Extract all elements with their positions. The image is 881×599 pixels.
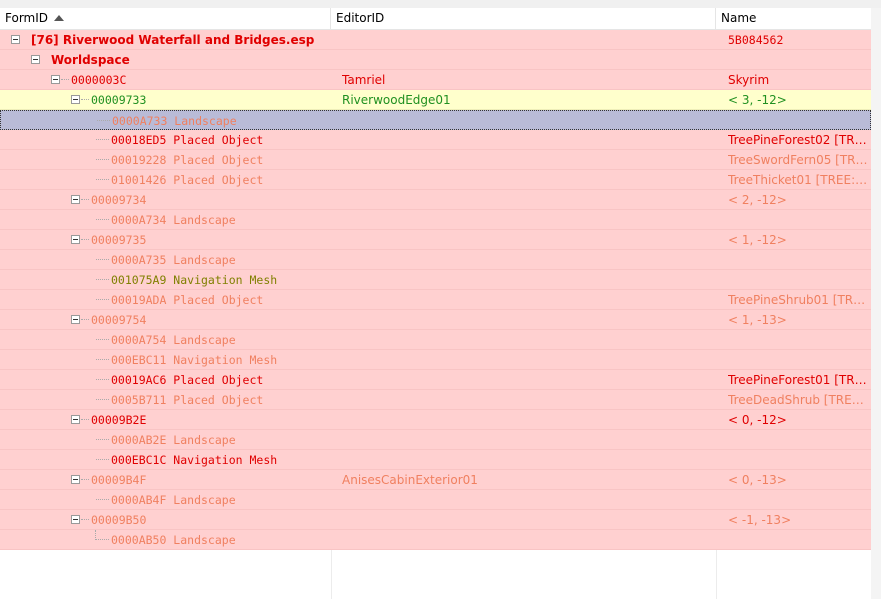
formid-cell: 0000AB2E Landscape [111, 433, 236, 447]
name-cell: TreeDeadShrub [TREE:000C0E59] [728, 393, 868, 407]
formid-cell: 0000A754 Landscape [111, 333, 236, 347]
tree-row-group[interactable]: Worldspace [0, 50, 871, 70]
name-cell: < 1, -13> [728, 313, 787, 327]
formid-cell: 00009754 [91, 313, 147, 327]
formid-cell: 0000AB4F Landscape [111, 493, 236, 507]
name-cell: < 2, -12> [728, 193, 787, 207]
name-cell: 5B084562 [728, 33, 784, 47]
column-header-formid[interactable]: FormID [0, 8, 331, 29]
formid-cell: 000EBC1C Navigation Mesh [111, 453, 278, 467]
editorid-cell [342, 30, 712, 49]
tree-row-cell[interactable]: 00009733 RiverwoodEdge01 < 3, -12> [0, 90, 871, 110]
tree-row-record[interactable]: 0000A734 Landscape [0, 210, 871, 230]
name-cell: TreeThicket01 [TREE:000C8C15] [728, 173, 868, 187]
formid-cell: 001075A9 Navigation Mesh [111, 273, 278, 287]
column-header-formid-label: FormID [5, 11, 49, 25]
formid-cell: 00009733 [91, 93, 147, 107]
name-cell: < 1, -12> [728, 233, 787, 247]
name-cell: < -1, -13> [728, 513, 792, 527]
formid-cell: 00009B50 [91, 513, 147, 527]
tree-row-record[interactable]: 01001426 Placed Object TreeThicket01 [TR… [0, 170, 871, 190]
editorid-cell: RiverwoodEdge01 [342, 93, 451, 107]
name-cell: < 3, -12> [728, 93, 787, 107]
name-cell: TreePineForest02 [TREE:000BB8E5] [728, 133, 868, 147]
name-cell: TreeSwordFern05 [TREE:000B8A72] [728, 153, 868, 167]
tree-row-record[interactable]: 00019ADA Placed Object TreePineShrub01 [… [0, 290, 871, 310]
formid-cell: 0005B711 Placed Object [111, 393, 264, 407]
column-header-name-label: Name [721, 11, 757, 25]
tree-row-record-selected[interactable]: 0000A733 Landscape [0, 110, 871, 130]
formid-cell: 000EBC11 Navigation Mesh [111, 353, 278, 367]
tree-row-cell[interactable]: 00009734 < 2, -12> [0, 190, 871, 210]
formid-cell: 00018ED5 Placed Object [111, 133, 264, 147]
column-header-editorid-label: EditorID [336, 11, 385, 25]
tree-row-record[interactable]: 0000A754 Landscape [0, 330, 871, 350]
column-header-bar: FormID EditorID Name [0, 8, 871, 30]
formid-cell: 00019228 Placed Object [111, 153, 264, 167]
tree-row-record[interactable]: 00019228 Placed Object TreeSwordFern05 [… [0, 150, 871, 170]
name-cell: TreePineShrub01 [TREE:000A0B7E] [728, 293, 868, 307]
name-cell: TreePineForest01 [TREE:000BB8E4] [728, 373, 868, 387]
formid-cell: 0000A734 Landscape [111, 213, 236, 227]
plugin-name: [76] Riverwood Waterfall and Bridges.esp [31, 33, 315, 47]
tree-row-cell[interactable]: 00009B4F AnisesCabinExterior01 < 0, -13> [0, 470, 871, 490]
name-cell: < 0, -13> [728, 473, 787, 487]
tree-row-worldspace[interactable]: 0000003C Tamriel Skyrim [0, 70, 871, 90]
tree-row-record[interactable]: 000EBC1C Navigation Mesh [0, 450, 871, 470]
formid-cell: 00019ADA Placed Object [111, 293, 264, 307]
tree-row-plugin[interactable]: [76] Riverwood Waterfall and Bridges.esp… [0, 30, 871, 50]
formid-cell: 00009B2E [91, 413, 147, 427]
editorid-cell: Tamriel [342, 73, 386, 87]
tree-row-record[interactable]: 0000AB2E Landscape [0, 430, 871, 450]
tree-row-cell[interactable]: 00009B2E < 0, -12> [0, 410, 871, 430]
tree-row-record[interactable]: 00019AC6 Placed Object TreePineForest01 … [0, 370, 871, 390]
formid-cell: 0000003C [71, 73, 127, 87]
formid-cell: 0000A735 Landscape [111, 253, 236, 267]
tree-row-record[interactable]: 0000A735 Landscape [0, 250, 871, 270]
tree-row-record[interactable]: 0000AB50 Landscape [0, 530, 871, 550]
window-top-band [0, 0, 881, 8]
tree-row-record[interactable]: 00018ED5 Placed Object TreePineForest02 … [0, 130, 871, 150]
tree-row-record[interactable]: 0005B711 Placed Object TreeDeadShrub [TR… [0, 390, 871, 410]
tree-row-cell[interactable]: 00009735 < 1, -12> [0, 230, 871, 250]
group-label: Worldspace [51, 53, 130, 67]
sort-ascending-icon [54, 15, 65, 21]
column-header-editorid[interactable]: EditorID [331, 8, 716, 29]
formid-cell: 0000A733 Landscape [112, 114, 237, 128]
formid-cell: 00019AC6 Placed Object [111, 373, 264, 387]
tree-row-cell[interactable]: 00009754 < 1, -13> [0, 310, 871, 330]
editorid-cell: AnisesCabinExterior01 [342, 473, 478, 487]
formid-cell: 00009734 [91, 193, 147, 207]
vertical-scrollbar-track[interactable] [871, 8, 881, 599]
tree-row-record[interactable]: 001075A9 Navigation Mesh [0, 270, 871, 290]
column-header-name[interactable]: Name [716, 8, 871, 29]
tree-row-record[interactable]: 0000AB4F Landscape [0, 490, 871, 510]
formid-cell: 01001426 Placed Object [111, 173, 264, 187]
formid-cell: 00009735 [91, 233, 147, 247]
formid-cell: 0000AB50 Landscape [111, 533, 236, 547]
name-cell: Skyrim [728, 73, 770, 87]
tree-row-cell[interactable]: 00009B50 < -1, -13> [0, 510, 871, 530]
name-cell: < 0, -12> [728, 413, 787, 427]
formid-cell: 00009B4F [91, 473, 147, 487]
tree-row-record[interactable]: 000EBC11 Navigation Mesh [0, 350, 871, 370]
